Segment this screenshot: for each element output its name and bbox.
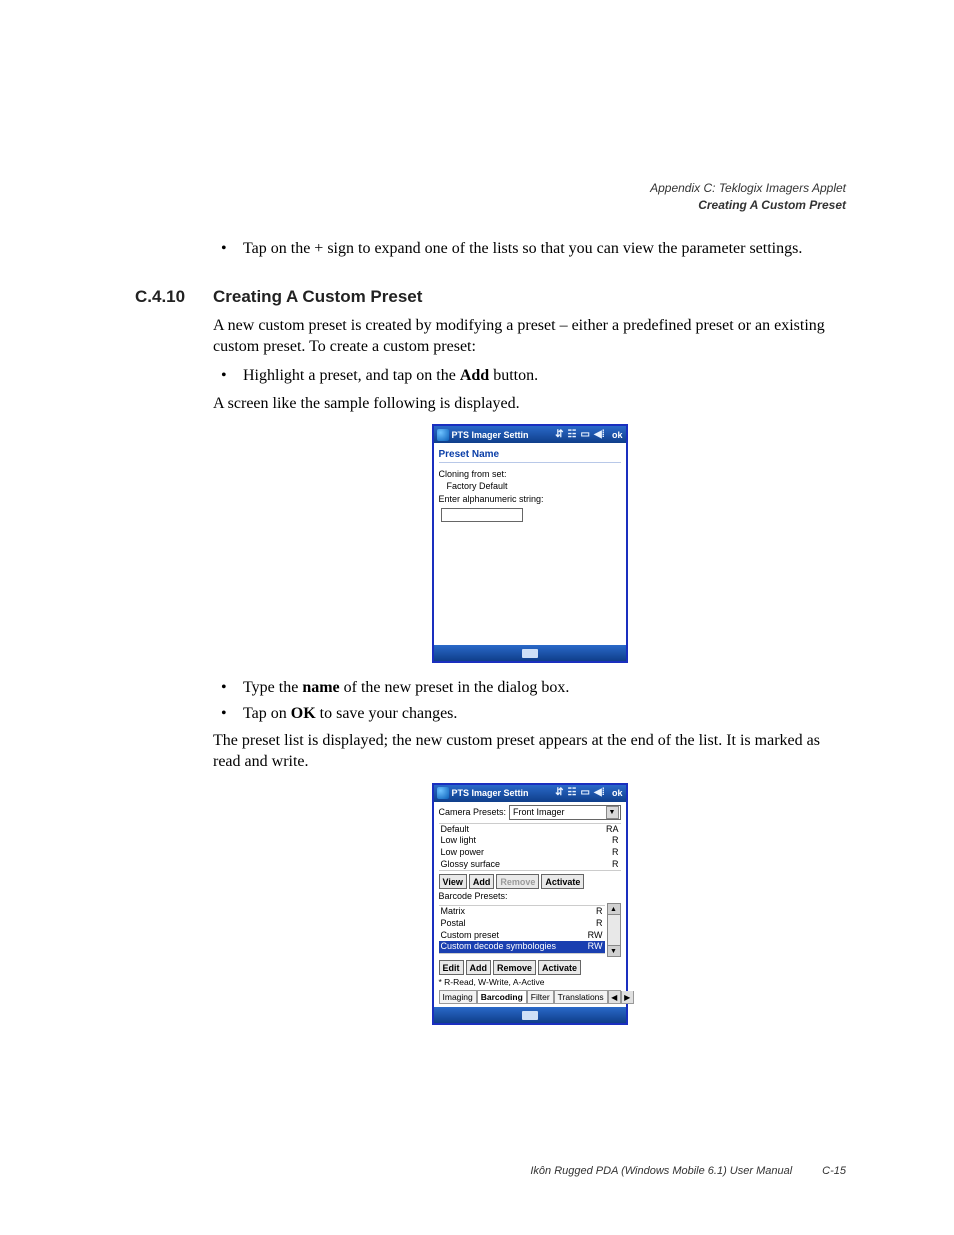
dialog-heading: Preset Name (439, 446, 621, 463)
battery-icon[interactable]: ▭ (581, 788, 590, 798)
preset-name-input[interactable] (441, 508, 523, 522)
tab-filter[interactable]: Filter (527, 991, 554, 1004)
scroll-down-icon[interactable]: ▼ (608, 945, 620, 956)
enter-string-label: Enter alphanumeric string: (439, 494, 621, 506)
bullet-tap-ok: Tap on OK to save your changes. (213, 703, 846, 725)
tab-imaging[interactable]: Imaging (439, 991, 477, 1004)
list-item: Custom presetRW (439, 930, 605, 942)
remove-button: Remove (496, 874, 539, 889)
list-item: PostalR (439, 918, 605, 930)
list-item: Low powerR (439, 847, 621, 859)
section-heading: C.4.10 Creating A Custom Preset (135, 287, 846, 307)
ok-button[interactable]: ok (612, 788, 623, 798)
body-content: Tap on the + sign to expand one of the l… (213, 238, 846, 260)
footer-manual-title: Ikôn Rugged PDA (Windows Mobile 6.1) Use… (530, 1165, 792, 1177)
status-icons: ⇵ ☷ ▭ ◀⁞ (555, 430, 605, 440)
para-3: The preset list is displayed; the new cu… (213, 730, 846, 772)
list-item-selected: Custom decode symbologiesRW (439, 941, 605, 953)
header-section: Creating A Custom Preset (135, 197, 846, 214)
bullet-type-name: Type the name of the new preset in the d… (213, 677, 846, 699)
bottom-bar (434, 645, 626, 661)
list-item: Low lightR (439, 835, 621, 847)
barcode-presets-label: Barcode Presets: (439, 891, 621, 901)
screenshot-preset-name: PTS Imager Settin ⇵ ☷ ▭ ◀⁞ ok Preset Nam… (432, 424, 628, 663)
titlebar: PTS Imager Settin ⇵ ☷ ▭ ◀⁞ ok (434, 426, 626, 443)
page-footer: Ikôn Rugged PDA (Windows Mobile 6.1) Use… (530, 1165, 846, 1177)
signal-icon[interactable]: ☷ (568, 788, 577, 798)
connectivity-icon[interactable]: ⇵ (555, 788, 563, 798)
windows-start-icon[interactable] (437, 787, 449, 799)
tab-barcoding[interactable]: Barcoding (477, 991, 527, 1004)
activate-button[interactable]: Activate (538, 960, 581, 975)
bullet-highlight: Highlight a preset, and tap on the Add b… (213, 365, 846, 387)
ok-button[interactable]: ok (612, 430, 623, 440)
screenshot-preset-list: PTS Imager Settin ⇵ ☷ ▭ ◀⁞ ok Camera Pre… (432, 783, 628, 1026)
section-number: C.4.10 (135, 287, 213, 307)
scrollbar[interactable]: ▲ ▼ (607, 903, 621, 957)
battery-icon[interactable]: ▭ (581, 430, 590, 440)
footer-page-number: C-15 (822, 1165, 846, 1177)
volume-icon[interactable]: ◀⁞ (594, 430, 605, 440)
para-2: A screen like the sample following is di… (213, 393, 846, 414)
add-button[interactable]: Add (469, 874, 495, 889)
titlebar: PTS Imager Settin ⇵ ☷ ▭ ◀⁞ ok (434, 785, 626, 802)
legend-text: * R-Read, W-Write, A-Active (439, 977, 621, 987)
tab-translations[interactable]: Translations (554, 991, 608, 1004)
windows-start-icon[interactable] (437, 429, 449, 441)
chevron-down-icon[interactable]: ▼ (606, 806, 619, 819)
activate-button[interactable]: Activate (541, 874, 584, 889)
camera-presets-dropdown[interactable]: Front Imager ▼ (509, 805, 620, 820)
connectivity-icon[interactable]: ⇵ (555, 430, 563, 440)
barcode-preset-list[interactable]: MatrixR PostalR Custom presetRW Custom d… (439, 905, 605, 954)
tab-scroll-right-icon[interactable]: ▶ (621, 991, 634, 1004)
scroll-up-icon[interactable]: ▲ (608, 904, 620, 915)
cloning-label: Cloning from set: (439, 469, 621, 481)
list-item: Glossy surfaceR (439, 859, 621, 871)
list-item: DefaultRA (439, 824, 621, 836)
signal-icon[interactable]: ☷ (568, 430, 577, 440)
camera-preset-list[interactable]: DefaultRA Low lightR Low powerR Glossy s… (439, 823, 621, 872)
document-page: Appendix C: Teklogix Imagers Applet Crea… (0, 0, 954, 1235)
dropdown-value: Front Imager (513, 807, 565, 817)
add-button[interactable]: Add (466, 960, 492, 975)
section-body: A new custom preset is created by modify… (213, 315, 846, 1025)
camera-presets-label: Camera Presets: (439, 807, 507, 817)
window-title: PTS Imager Settin (452, 788, 529, 798)
tab-strip: Imaging Barcoding Filter Translations ◀ … (439, 990, 621, 1004)
bottom-bar (434, 1007, 626, 1023)
volume-icon[interactable]: ◀⁞ (594, 788, 605, 798)
intro-bullet: Tap on the + sign to expand one of the l… (213, 238, 846, 260)
list-item: MatrixR (439, 906, 605, 918)
page-header: Appendix C: Teklogix Imagers Applet Crea… (135, 180, 846, 214)
view-button[interactable]: View (439, 874, 467, 889)
section-title: Creating A Custom Preset (213, 287, 422, 307)
keyboard-icon[interactable] (522, 1011, 538, 1020)
header-appendix: Appendix C: Teklogix Imagers Applet (135, 180, 846, 197)
tab-scroll-left-icon[interactable]: ◀ (608, 991, 621, 1004)
remove-button[interactable]: Remove (493, 960, 536, 975)
window-title: PTS Imager Settin (452, 430, 529, 440)
keyboard-icon[interactable] (522, 649, 538, 658)
status-icons: ⇵ ☷ ▭ ◀⁞ (555, 788, 605, 798)
cloning-value: Factory Default (447, 481, 621, 493)
para-1: A new custom preset is created by modify… (213, 315, 846, 357)
edit-button[interactable]: Edit (439, 960, 464, 975)
